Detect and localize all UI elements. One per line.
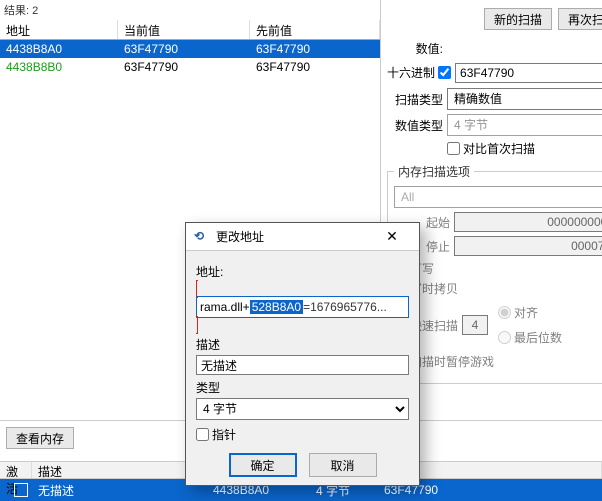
- results-table[interactable]: 4438B8A063F4779063F477904438B8B063F47790…: [0, 40, 380, 76]
- memory-scan-legend: 内存扫描选项: [394, 163, 474, 180]
- address-label: 地址:: [196, 263, 409, 280]
- description-label: 描述: [196, 336, 409, 353]
- addr-prefix: rama.dll+: [200, 300, 250, 314]
- value-input[interactable]: [455, 63, 602, 83]
- active-checkbox[interactable]: [14, 483, 28, 497]
- dialog-title: 更改地址: [216, 228, 373, 245]
- view-memory-button[interactable]: 查看内存: [6, 427, 74, 449]
- app-icon: ⟲: [194, 229, 210, 245]
- value-type-label: 数值类型: [387, 117, 443, 134]
- results-header: 地址 当前值 先前值: [0, 20, 380, 40]
- aligned-radio: [498, 306, 511, 319]
- col-desc[interactable]: 描述: [32, 462, 207, 478]
- scan-type-label: 扫描类型: [387, 91, 443, 108]
- pointer-label: 指针: [212, 426, 236, 443]
- compare-first-checkbox[interactable]: [447, 142, 460, 155]
- hex-label: 十六进制: [387, 64, 435, 81]
- aligned-label: 对齐: [514, 304, 538, 321]
- lastbits-radio: [498, 331, 511, 344]
- pause-label: 扫描时暂停游戏: [410, 353, 494, 370]
- lastbits-label: 最后位数: [514, 329, 562, 346]
- address-input[interactable]: rama.dll+ 528B8A0 =1676965776...: [196, 296, 409, 318]
- new-scan-button[interactable]: 新的扫描: [484, 8, 552, 30]
- addr-suffix: =1676965776...: [303, 300, 387, 314]
- result-count: 结果: 2: [0, 0, 380, 20]
- col-previous[interactable]: 先前值: [250, 20, 380, 39]
- type-select[interactable]: 4 字节: [196, 398, 409, 420]
- cancel-button[interactable]: 取消: [309, 453, 377, 477]
- fast-num: [462, 315, 488, 335]
- table-row[interactable]: 4438B8B063F4779063F47790: [0, 58, 380, 76]
- col-current[interactable]: 当前值: [118, 20, 250, 39]
- change-address-dialog: ⟲ 更改地址 ✕ 地址: rama.dll+ 528B8A0 =16769657…: [185, 222, 420, 486]
- type-label: 类型: [196, 379, 409, 396]
- description-input[interactable]: [196, 355, 409, 375]
- hex-checkbox[interactable]: [438, 66, 451, 79]
- addr-selected: 528B8A0: [250, 300, 303, 314]
- start-input: [454, 212, 602, 232]
- ok-button[interactable]: 确定: [229, 453, 297, 477]
- table-row[interactable]: 4438B8A063F4779063F47790: [0, 40, 380, 58]
- close-icon[interactable]: ✕: [373, 224, 411, 250]
- scan-type-select[interactable]: 精确数值: [447, 88, 602, 110]
- stop-input: [454, 236, 602, 256]
- col-active[interactable]: 激活: [0, 462, 32, 478]
- col-address[interactable]: 地址: [0, 20, 118, 39]
- region-select: All: [394, 186, 602, 208]
- compare-first-label: 对比首次扫描: [463, 140, 535, 157]
- rescan-button[interactable]: 再次扫描: [558, 8, 602, 30]
- row-desc: 无描述: [32, 480, 207, 501]
- value-label: 数值:: [387, 40, 443, 57]
- value-type-select: 4 字节: [447, 114, 602, 136]
- pointer-checkbox[interactable]: [196, 428, 209, 441]
